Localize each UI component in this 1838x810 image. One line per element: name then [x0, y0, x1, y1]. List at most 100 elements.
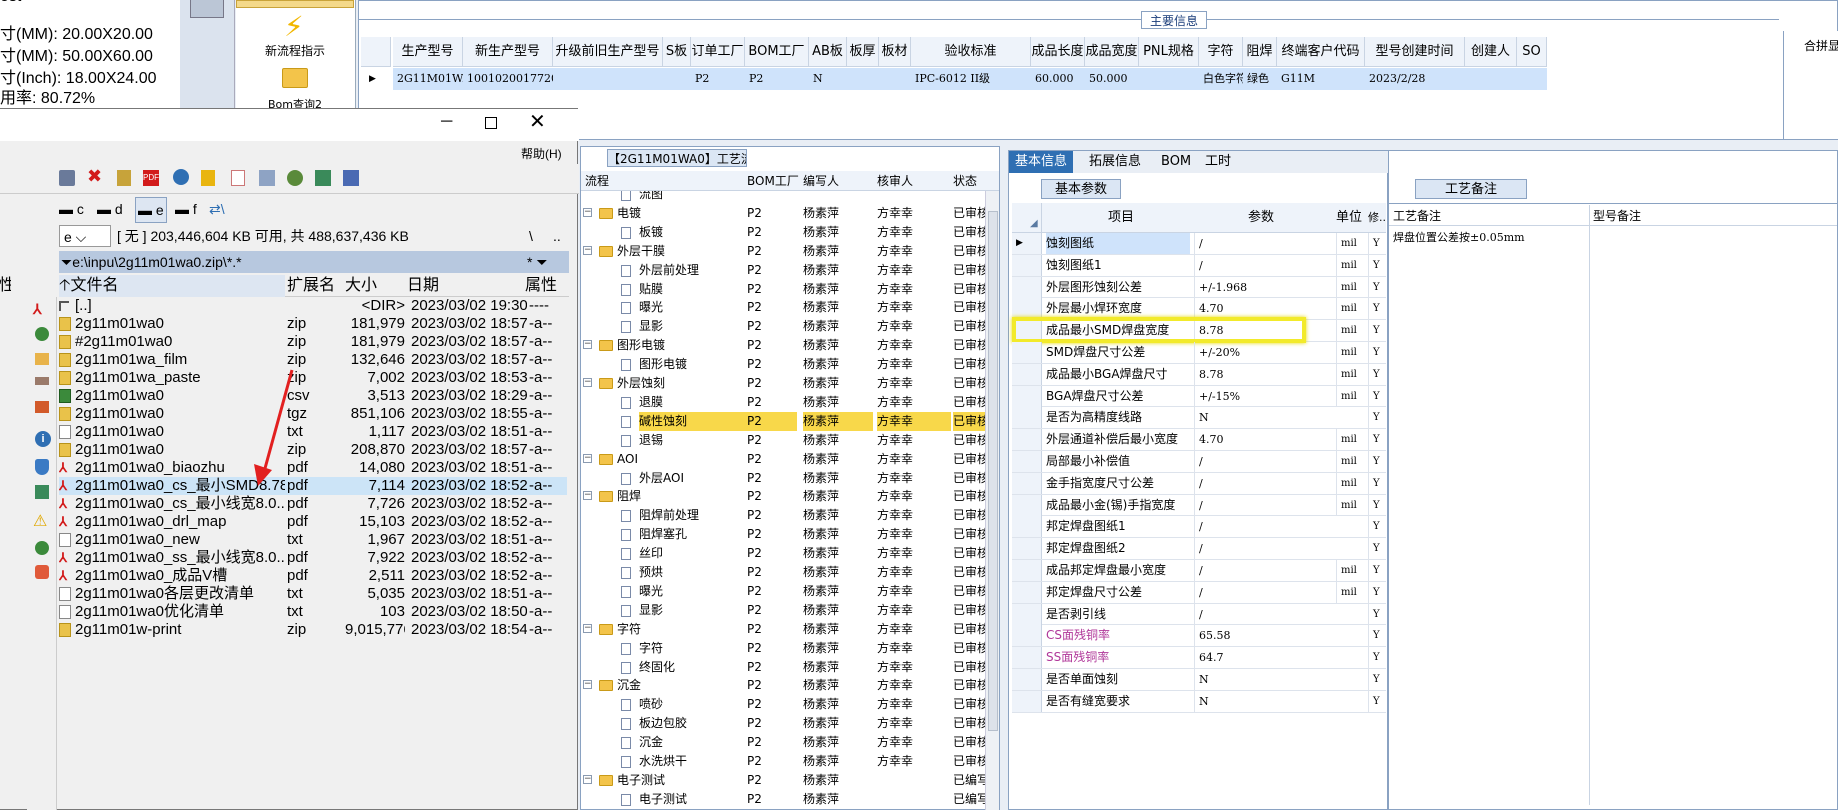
col-header[interactable]: 板材: [879, 37, 911, 67]
process-scrollbar[interactable]: [985, 191, 999, 810]
param-row[interactable]: 是否为高精度线路 N Y: [1012, 407, 1386, 430]
file-row[interactable]: ⅄ 2g11m01wa0_cs_最小线宽8.0.. pdf 7,726 2023/03/…: [59, 495, 567, 513]
process-row[interactable]: 阻焊前处理 P2 杨素萍 方幸幸 已审核: [581, 506, 991, 525]
row-cell[interactable]: 2G11M01WA0: [393, 68, 463, 90]
param-row[interactable]: 是否单面蚀刻 N Y: [1012, 669, 1386, 691]
file-row[interactable]: ⅄ 2g11m01wa0_成品V槽 pdf 2,511 2023/03/02 18:52…: [59, 567, 567, 585]
param-row[interactable]: 外层通道补偿后最小宽度 4.70 mil Y: [1012, 429, 1386, 451]
row-cell[interactable]: [879, 68, 911, 90]
param-value[interactable]: /: [1194, 560, 1332, 581]
col-header[interactable]: 终端客户代码: [1277, 37, 1365, 67]
col-writer[interactable]: 编写人: [803, 171, 839, 191]
process-row[interactable]: − 电镀 P2 杨素萍 方幸幸 已审核: [581, 204, 991, 223]
process-row[interactable]: 退膜 P2 杨素萍 方幸幸 已审核: [581, 393, 991, 412]
param-row[interactable]: BGA焊盘尺寸公差 +/-15% mil Y: [1012, 385, 1386, 408]
process-row[interactable]: − 阻焊 P2 杨素萍 方幸幸 已审核: [581, 487, 991, 506]
param-row[interactable]: 邦定焊盘尺寸公差 / mil Y: [1012, 581, 1386, 604]
row-cell[interactable]: [1517, 68, 1547, 90]
process-row[interactable]: 外层前处理 P2 杨素萍 方幸幸 已审核: [581, 261, 991, 280]
param-row[interactable]: SS面残铜率 64.7 Y: [1012, 647, 1386, 669]
param-row[interactable]: 是否剥引线 / Y: [1012, 603, 1386, 626]
param-value[interactable]: /: [1194, 472, 1332, 494]
file-row[interactable]: 2g11m01wa0各层更改清单 txt 5,035 2023/03/02 18:51…: [59, 585, 567, 603]
row-cell[interactable]: 绿色: [1243, 68, 1277, 90]
detail-tab[interactable]: 工时: [1199, 151, 1237, 173]
expander-icon[interactable]: −: [583, 623, 592, 633]
process-row[interactable]: 曝光 P2 杨素萍 方幸幸 已审核: [581, 298, 991, 317]
process-row[interactable]: 预烘 P2 杨素萍 方幸幸 已审核: [581, 563, 991, 582]
row-cell[interactable]: P2: [745, 68, 809, 90]
col-header[interactable]: 成品长度: [1031, 37, 1085, 67]
param-value[interactable]: +/-1.968: [1194, 276, 1332, 298]
file-row[interactable]: 2g11m01wa0_new txt 1,967 2023/03/02 18:51 -a…: [59, 531, 567, 549]
file-row[interactable]: 2g11m01w-print zip 9,015,776 2023/03/02 18:…: [59, 621, 567, 639]
col-header[interactable]: 生产型号: [393, 37, 463, 67]
param-row[interactable]: 外层图形蚀刻公差 +/-1.968 mil Y: [1012, 276, 1386, 299]
row-cell[interactable]: 白色字符: [1199, 68, 1243, 90]
remarks-tab[interactable]: 工艺备注: [1415, 179, 1527, 199]
process-remark-text[interactable]: 焊盘位置公差按±0.05mm: [1393, 229, 1525, 245]
file-row[interactable]: 2g11m01wa_paste zip 7,002 2023/03/02 18:53-…: [59, 369, 567, 387]
param-value[interactable]: /: [1194, 233, 1332, 254]
row-cell[interactable]: [553, 68, 663, 90]
row-cell[interactable]: [847, 68, 879, 90]
param-value[interactable]: 4.70: [1194, 429, 1332, 451]
col-item[interactable]: 项目: [1108, 203, 1134, 233]
param-value[interactable]: +/-20%: [1194, 342, 1332, 363]
expander-icon[interactable]: −: [583, 207, 592, 217]
detail-tab[interactable]: 拓展信息: [1083, 151, 1147, 173]
param-value[interactable]: 8.78: [1194, 363, 1332, 385]
col-header[interactable]: S板: [663, 37, 691, 67]
row-cell[interactable]: P2: [691, 68, 745, 90]
col-flow[interactable]: 流程: [585, 171, 609, 191]
param-value[interactable]: /: [1194, 516, 1332, 538]
process-row[interactable]: 显影 P2 杨素萍 方幸幸 已审核: [581, 601, 991, 620]
file-row[interactable]: 2g11m01wa0 zip 181,979 2023/03/02 18:57 -a--: [59, 315, 567, 333]
param-value[interactable]: /: [1194, 603, 1332, 625]
file-row[interactable]: 2g11m01wa0 zip 208,870 2023/03/02 18:57 -a--: [59, 441, 567, 459]
process-row[interactable]: 字符 P2 杨素萍 方幸幸 已审核: [581, 639, 991, 658]
row-cell[interactable]: [1465, 68, 1517, 90]
subtab-basic-params[interactable]: 基本参数: [1041, 179, 1121, 199]
param-value[interactable]: +/-15%: [1194, 385, 1332, 407]
scroll-thumb[interactable]: [988, 211, 998, 731]
process-row[interactable]: 丝印 P2 杨素萍 方幸幸 已审核: [581, 544, 991, 563]
process-row[interactable]: − 图形电镀 P2 杨素萍 方幸幸 已审核: [581, 336, 991, 355]
param-row[interactable]: 蚀刻图纸1 /mil Y: [1012, 254, 1386, 277]
col-modify[interactable]: 修..: [1368, 203, 1386, 233]
row-cell[interactable]: 50.000: [1085, 68, 1139, 90]
col-header[interactable]: BOM工厂: [745, 37, 809, 67]
process-row[interactable]: 曝光 P2 杨素萍 方幸幸 已审核: [581, 582, 991, 601]
expander-icon[interactable]: −: [583, 340, 592, 350]
col-status[interactable]: 状态: [953, 171, 977, 191]
param-row[interactable]: 成品最小SMD焊盘宽度 8.78 mil Y: [1012, 317, 1386, 344]
process-row[interactable]: 图形电镀 P2 杨素萍 方幸幸 已审核: [581, 355, 991, 374]
process-row[interactable]: 退锡 P2 杨素萍 方幸幸 已审核: [581, 431, 991, 450]
expander-icon[interactable]: −: [583, 491, 592, 501]
col-header[interactable]: PNL规格: [1139, 37, 1199, 67]
param-row[interactable]: 成品最小BGA焊盘尺寸 8.78 mil Y: [1012, 363, 1386, 386]
process-row[interactable]: 板边包胶 P2 杨素萍 方幸幸 已审核: [581, 714, 991, 733]
detail-tab[interactable]: BOM: [1155, 151, 1197, 173]
row-cell[interactable]: 2023/2/28: [1365, 68, 1465, 90]
row-cell[interactable]: 10010200177207: [463, 68, 553, 90]
expander-icon[interactable]: −: [583, 774, 592, 784]
process-row[interactable]: 喷砂 P2 杨素萍 方幸幸 已审核: [581, 695, 991, 714]
process-row[interactable]: 终固化 P2 杨素萍 方幸幸 已审核: [581, 658, 991, 677]
process-row[interactable]: 显影 P2 杨素萍 方幸幸 已审核: [581, 317, 991, 336]
process-row[interactable]: 外层AOI P2 杨素萍 方幸幸 已审核: [581, 469, 991, 488]
col-header[interactable]: 成品宽度: [1085, 37, 1139, 67]
col-header[interactable]: 型号创建时间: [1365, 37, 1465, 67]
param-row[interactable]: 成品最小金(锡)手指宽度 / mil Y: [1012, 494, 1386, 517]
col-header[interactable]: 验收标准: [911, 37, 1031, 67]
expander-icon[interactable]: −: [583, 453, 592, 463]
file-row[interactable]: 2g11m01wa_film zip 132,646 2023/03/02 18:57…: [59, 351, 567, 369]
row-cell[interactable]: 60.000: [1031, 68, 1085, 90]
param-row[interactable]: 局部最小补偿值 / mil Y: [1012, 451, 1386, 473]
col-header[interactable]: 字符: [1199, 37, 1243, 67]
file-row[interactable]: ⅄ 2g11m01wa0_drl_map pdf 15,103 2023/03/02 1…: [59, 513, 567, 531]
row-cell[interactable]: [1139, 68, 1199, 90]
param-value[interactable]: /: [1194, 451, 1332, 472]
process-row[interactable]: − 外层蚀刻 P2 杨素萍 方幸幸 已审核: [581, 374, 991, 393]
process-row[interactable]: 水洗烘干 P2 杨素萍 方幸幸 已审核: [581, 752, 991, 771]
